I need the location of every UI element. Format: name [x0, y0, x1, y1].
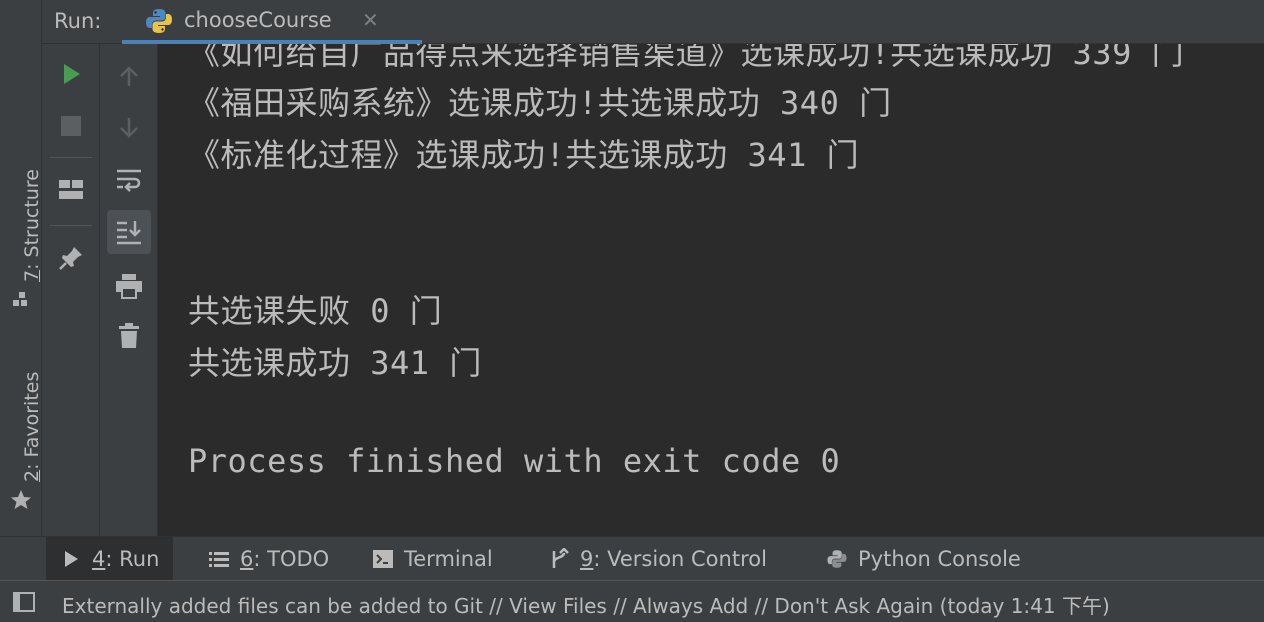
bottom-tool-tabs: 4: Run 6: TODO Terminal 9: Version Contr…: [0, 536, 1264, 581]
toolbar-separator: [50, 157, 92, 158]
console-line: 共选课失败 0 门: [188, 292, 443, 330]
up-arrow-icon: [120, 66, 138, 86]
structure-tab-label: 7: Structure: [21, 169, 43, 282]
tab-terminal[interactable]: Terminal: [358, 537, 507, 581]
play-icon: [65, 551, 78, 567]
down-stack-button[interactable]: [107, 106, 151, 150]
console-line: 《标准化过程》选课成功!共选课成功 341 门: [188, 136, 860, 174]
run-toolbar-secondary: [100, 44, 158, 536]
python-icon: [146, 9, 172, 33]
list-icon: [209, 552, 229, 567]
pin-icon: [59, 247, 82, 270]
scroll-to-end-button[interactable]: [107, 210, 151, 254]
run-header: Run: chooseCourse ✕: [42, 0, 1264, 44]
star-icon: [11, 490, 31, 509]
console-output[interactable]: 《如何给自广品得点来选择销售渠道》选课成功!共选课成功 339 门 《福田采购系…: [158, 44, 1264, 536]
scroll-to-end-icon: [117, 221, 141, 245]
terminal-icon: [373, 550, 393, 568]
toolbar-separator: [50, 225, 92, 226]
structure-icon: [13, 292, 27, 306]
toggle-tool-windows-icon[interactable]: [12, 591, 36, 613]
soft-wrap-button[interactable]: [107, 158, 151, 202]
tab-version-control[interactable]: 9: Version Control: [534, 537, 781, 581]
python-icon: [827, 550, 847, 568]
favorites-tab-label: 2: Favorites: [21, 371, 43, 482]
soft-wrap-icon: [117, 169, 141, 192]
left-tool-strip: 7: Structure 2: Favorites: [0, 0, 43, 580]
tab-todo[interactable]: 6: TODO: [194, 537, 343, 581]
tab-run[interactable]: 4: Run: [46, 537, 174, 581]
clear-all-button[interactable]: [107, 314, 151, 358]
close-icon[interactable]: ✕: [362, 8, 379, 32]
run-tab-title: chooseCourse: [184, 8, 332, 32]
stop-icon: [61, 116, 81, 136]
console-line: 共选课成功 341 门: [188, 344, 482, 382]
vcs-icon: [552, 548, 569, 568]
pin-tab-button[interactable]: [49, 236, 93, 280]
trash-icon: [119, 323, 139, 348]
run-label: Run:: [54, 9, 102, 33]
console-line: 《福田采购系统》选课成功!共选课成功 340 门: [188, 84, 892, 122]
tab-python-console[interactable]: Python Console: [812, 537, 1035, 581]
console-line: 《如何给自广品得点来选择销售渠道》选课成功!共选课成功 339 门: [188, 44, 1185, 72]
print-icon: [116, 274, 142, 299]
rerun-button[interactable]: [49, 52, 93, 96]
status-message[interactable]: Externally added files can be added to G…: [62, 590, 1110, 619]
run-config-tab[interactable]: chooseCourse ✕: [122, 0, 422, 44]
layout-icon: [59, 180, 83, 199]
print-button[interactable]: [107, 264, 151, 308]
run-icon: [64, 64, 80, 84]
layout-button[interactable]: [49, 168, 93, 212]
favorites-tool-tab[interactable]: 2: Favorites: [0, 358, 43, 518]
down-arrow-icon: [120, 118, 138, 138]
stop-button[interactable]: [49, 104, 93, 148]
up-stack-button[interactable]: [107, 54, 151, 98]
structure-tool-tab[interactable]: 7: Structure: [0, 158, 43, 314]
exit-code-line: Process finished with exit code 0: [188, 442, 841, 480]
status-bar: Externally added files can be added to G…: [0, 580, 1264, 622]
run-toolbar-primary: [42, 44, 100, 536]
